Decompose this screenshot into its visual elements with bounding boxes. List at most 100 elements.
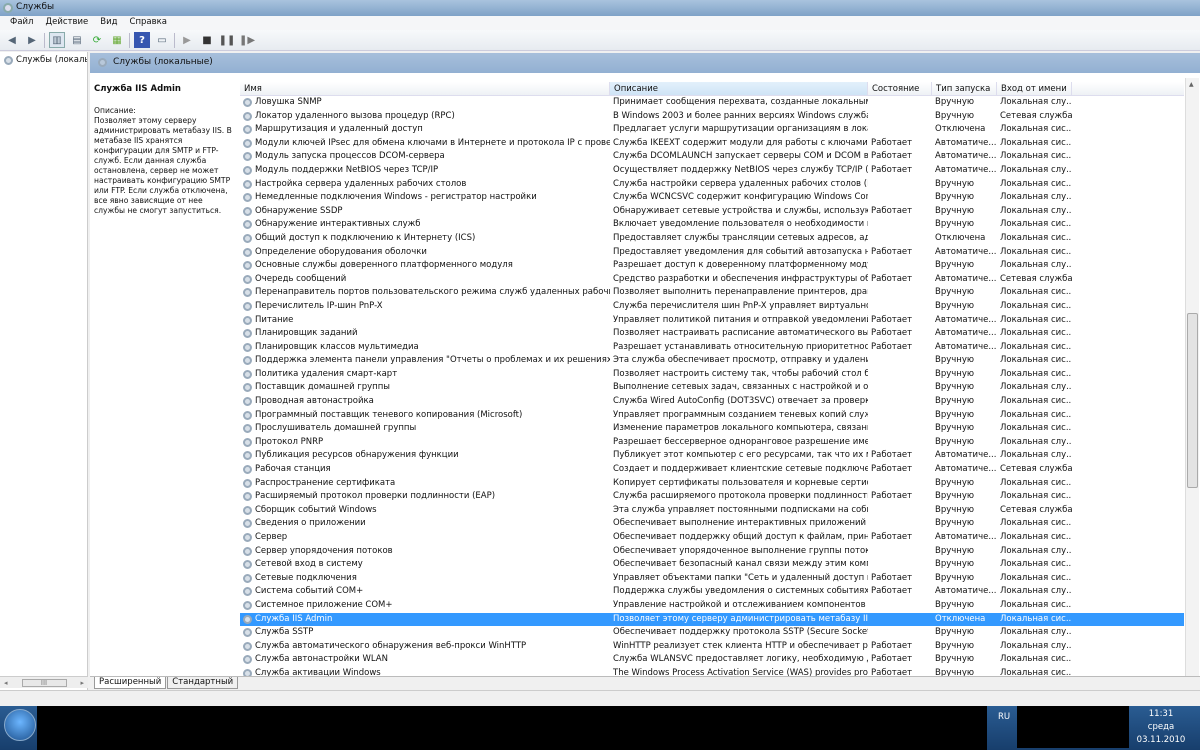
table-row[interactable]: Ловушка SNMP Принимает сообщения перехват… <box>240 96 1184 110</box>
table-row[interactable]: Распространение сертификата Копирует серт… <box>240 477 1184 491</box>
table-row[interactable]: Перенаправитель портов пользовательского… <box>240 286 1184 300</box>
table-row[interactable]: Общий доступ к подключению к Интернету (… <box>240 232 1184 246</box>
table-row[interactable]: Прослушиватель домашней группы Изменение … <box>240 422 1184 436</box>
table-row[interactable]: Немедленные подключения Windows - регист… <box>240 191 1184 205</box>
cell-status <box>868 191 932 205</box>
clock[interactable]: 11:31 среда 03.11.2010 <box>1133 708 1189 747</box>
cell-description: The Windows Process Activation Service (… <box>613 667 868 676</box>
service-gear-icon <box>243 301 252 311</box>
tab-extended[interactable]: Расширенный <box>94 677 167 689</box>
table-row[interactable]: Сборщик событий Windows Эта служба управл… <box>240 504 1184 518</box>
table-row[interactable]: Системное приложение COM+ Управление наст… <box>240 599 1184 613</box>
cell-description: Копирует сертификаты пользователя и корн… <box>613 477 868 488</box>
menu-action[interactable]: Действие <box>39 16 94 30</box>
scroll-right-icon[interactable]: ▸ <box>80 679 84 687</box>
table-row[interactable]: Модуль запуска процессов DCOM-сервера Слу… <box>240 150 1184 164</box>
cell-log-on-as: Локальная слу... <box>1000 627 1072 638</box>
tab-standard[interactable]: Стандартный <box>167 677 239 689</box>
back-icon[interactable]: ◀ <box>4 32 20 48</box>
cell-name: Обнаружение интерактивных служб <box>240 218 610 232</box>
cell-name: Перенаправитель портов пользовательского… <box>240 286 610 300</box>
table-row[interactable]: Перечислитель IP-шин PnP-X Служба перечис… <box>240 300 1184 314</box>
vertical-scrollbar[interactable]: ▲ <box>1185 78 1199 676</box>
menu-file[interactable]: Файл <box>4 16 39 30</box>
table-row[interactable]: Сервер Обеспечивает поддержку общий досту… <box>240 531 1184 545</box>
table-row[interactable]: Система событий COM+ Поддержка службы уве… <box>240 585 1184 599</box>
table-row[interactable]: Проводная автонастройка Служба Wired Auto… <box>240 395 1184 409</box>
scroll-up-icon[interactable]: ▲ <box>1189 81 1194 88</box>
cell-startup-type: Отключена <box>935 613 986 624</box>
table-row[interactable]: Расширяемый протокол проверки подлинност… <box>240 490 1184 504</box>
console-icon[interactable]: ▭ <box>154 32 170 48</box>
table-row[interactable]: Поддержка элемента панели управления "От… <box>240 354 1184 368</box>
table-row[interactable]: Поставщик домашней группы Выполнение сете… <box>240 381 1184 395</box>
scroll-left-icon[interactable]: ◂ <box>4 679 8 687</box>
cell-status <box>868 368 932 382</box>
table-row[interactable]: Сервер упорядочения потоков Обеспечивает … <box>240 545 1184 559</box>
column-header-status[interactable]: Состояние <box>868 82 932 95</box>
table-row[interactable]: Определение оборудования оболочки Предост… <box>240 246 1184 260</box>
table-row[interactable]: Очередь сообщений Средство разработки и о… <box>240 273 1184 287</box>
table-row[interactable]: Планировщик классов мультимедиа Разрешает… <box>240 341 1184 355</box>
table-row[interactable]: Модуль поддержки NetBIOS через TCP/IP Осу… <box>240 164 1184 178</box>
tree-item-services-local[interactable]: Службы (локальные) <box>0 52 87 65</box>
forward-icon[interactable]: ▶ <box>24 32 40 48</box>
table-row[interactable]: Настройка сервера удаленных рабочих стол… <box>240 178 1184 192</box>
start-button[interactable] <box>4 709 36 741</box>
column-header-log-on-as[interactable]: Вход от имени <box>997 82 1072 95</box>
table-row[interactable]: Служба IIS Admin Позволяет этому серверу … <box>240 612 1184 627</box>
language-indicator[interactable]: RU <box>998 712 1010 722</box>
start-icon[interactable]: ▶ <box>179 32 195 48</box>
table-row[interactable]: Сетевой вход в систему Обеспечивает безоп… <box>240 558 1184 572</box>
properties-icon[interactable]: ▤ <box>69 32 85 48</box>
pause-icon[interactable]: ❚❚ <box>219 32 236 48</box>
cell-startup-type: Вручную <box>935 518 975 529</box>
menu-view[interactable]: Вид <box>94 16 123 30</box>
table-row[interactable]: Локатор удаленного вызова процедур (RPC)… <box>240 110 1184 124</box>
table-row[interactable]: Питание Управляет политикой питания и отп… <box>240 314 1184 328</box>
column-header-description[interactable]: Описание <box>610 82 868 95</box>
cell-status: Работает <box>871 273 913 284</box>
refresh-icon[interactable]: ⟳ <box>89 32 105 48</box>
table-row[interactable]: Обнаружение интерактивных служб Включает … <box>240 218 1184 232</box>
table-row[interactable]: Сведения о приложении Обеспечивает выполн… <box>240 517 1184 531</box>
column-header-startup-type[interactable]: Тип запуска <box>932 82 997 95</box>
service-name: Сборщик событий Windows <box>255 504 377 515</box>
menu-help[interactable]: Справка <box>124 16 173 30</box>
cell-status: Работает <box>871 572 913 583</box>
table-row[interactable]: Модули ключей IPsec для обмена ключами в… <box>240 137 1184 151</box>
table-row[interactable]: Политика удаления смарт-карт Позволяет на… <box>240 368 1184 382</box>
column-header-name[interactable]: Имя <box>240 82 610 95</box>
table-row[interactable]: Протокол PNRP Разрешает бессерверное одно… <box>240 436 1184 450</box>
table-row[interactable]: Сетевые подключения Управляет объектами п… <box>240 572 1184 586</box>
cell-log-on-as: Локальная сис... <box>1000 613 1072 624</box>
export-list-icon[interactable]: ▦ <box>109 32 125 48</box>
cell-status <box>868 422 932 436</box>
service-name: Модули ключей IPsec для обмена ключами в… <box>255 137 610 148</box>
table-row[interactable]: Служба активации Windows The Windows Proc… <box>240 667 1184 676</box>
stop-icon[interactable]: ■ <box>199 32 215 48</box>
table-row[interactable]: Служба SSTP Обеспечивает поддержку проток… <box>240 626 1184 640</box>
help-icon[interactable]: ? <box>134 32 150 48</box>
table-row[interactable]: Обнаружение SSDP Обнаруживает сетевые уст… <box>240 205 1184 219</box>
table-row[interactable]: Служба автонастройки WLAN Служба WLANSVC … <box>240 653 1184 667</box>
table-row[interactable]: Программный поставщик теневого копирован… <box>240 409 1184 423</box>
scroll-thumb[interactable] <box>1187 313 1198 488</box>
scroll-thumb[interactable]: III <box>21 678 67 687</box>
cell-status: Работает <box>871 151 913 162</box>
service-name: Сетевой вход в систему <box>255 559 363 570</box>
table-row[interactable]: Служба автоматического обнаружения веб-п… <box>240 640 1184 654</box>
restart-icon[interactable]: ❚▶ <box>239 32 255 48</box>
table-row[interactable]: Рабочая станция Создает и поддерживает кл… <box>240 463 1184 477</box>
table-row[interactable]: Маршрутизация и удаленный доступ Предлага… <box>240 123 1184 137</box>
cell-name: Маршрутизация и удаленный доступ <box>240 123 610 137</box>
table-row[interactable]: Основные службы доверенного платформенно… <box>240 259 1184 273</box>
service-gear-icon <box>243 546 252 556</box>
table-row[interactable]: Планировщик заданий Позволяет настраивать… <box>240 327 1184 341</box>
tree-horizontal-scrollbar[interactable]: ◂ III ▸ <box>0 676 88 688</box>
show-tree-icon[interactable]: ▥ <box>49 32 65 48</box>
cell-startup-type: Автоматиче... <box>935 151 997 162</box>
table-row[interactable]: Публикация ресурсов обнаружения функции П… <box>240 449 1184 463</box>
cell-startup-type: Вручную <box>935 409 975 420</box>
table-header: Имя Описание Состояние Тип запуска Вход … <box>240 82 1184 96</box>
